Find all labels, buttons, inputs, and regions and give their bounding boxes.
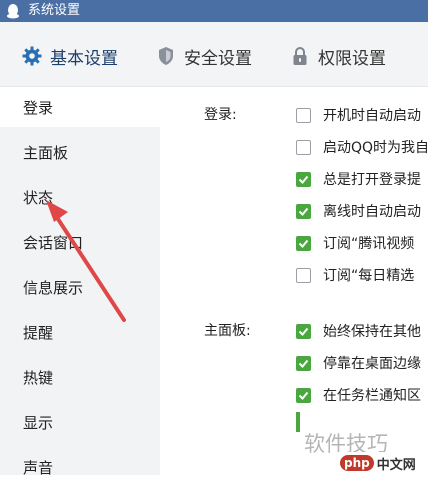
sidebar-item-label: 主面板 xyxy=(23,144,69,162)
title-bar: 系统设置 xyxy=(0,0,428,22)
gear-icon xyxy=(22,46,42,66)
option-label: 始终保持在其他 xyxy=(323,324,421,340)
option-always-open-login-prompt[interactable]: 总是打开登录提 xyxy=(296,168,421,190)
option-label: 离线时自动启动 xyxy=(323,204,421,220)
shield-icon xyxy=(159,47,173,65)
window-title: 系统设置 xyxy=(28,3,81,18)
php-badge: php xyxy=(340,455,374,471)
tab-basic-settings[interactable]: 基本设置 xyxy=(22,44,118,69)
sidebar-item-label: 信息展示 xyxy=(23,279,84,297)
checkbox[interactable] xyxy=(296,139,311,155)
sidebar-item-sound[interactable]: 声音 xyxy=(0,447,160,487)
checkbox-checked[interactable] xyxy=(296,203,311,219)
sidebar-item-hotkeys[interactable]: 热键 xyxy=(0,357,160,397)
sidebar-item-status[interactable]: 状态 xyxy=(0,177,160,217)
checkmark-icon xyxy=(298,239,309,248)
option-label: 在任务栏通知区 xyxy=(323,388,421,404)
sidebar-item-chat-window[interactable]: 会话窗口 xyxy=(0,222,160,262)
option-label: 总是打开登录提 xyxy=(323,172,421,188)
sidebar-item-label: 登录 xyxy=(23,99,54,117)
option-dock-to-screen-edge[interactable]: 停靠在桌面边缘 xyxy=(296,352,421,374)
checkmark-icon xyxy=(298,175,309,184)
sidebar-item-label: 提醒 xyxy=(23,324,54,342)
partial-checkbox[interactable] xyxy=(296,412,300,432)
checkbox-checked[interactable] xyxy=(296,387,311,403)
option-label: 启动QQ时为我自 xyxy=(323,140,428,156)
option-auto-start-when-offline[interactable]: 离线时自动启动 xyxy=(296,200,421,222)
sidebar-item-label: 热键 xyxy=(23,369,54,387)
settings-tab-bar: 基本设置 安全设置 权限设置 xyxy=(0,22,428,87)
tab-security-settings[interactable]: 安全设置 xyxy=(156,44,252,69)
settings-content: 登录: 开机时自动启动 启动QQ时为我自 总是打开登录提 离线时自动启动 订阅“… xyxy=(160,87,428,475)
option-auto-start-on-boot[interactable]: 开机时自动启动 xyxy=(296,104,421,126)
option-label: 停靠在桌面边缘 xyxy=(323,356,421,372)
option-label: 订阅“每日精选 xyxy=(323,268,415,284)
checkbox-checked[interactable] xyxy=(296,235,311,251)
sidebar-item-main-panel[interactable]: 主面板 xyxy=(0,132,160,172)
tab-label: 权限设置 xyxy=(318,48,386,69)
option-label: 开机时自动启动 xyxy=(323,108,421,124)
sidebar-item-display[interactable]: 显示 xyxy=(0,402,160,442)
checkmark-icon xyxy=(298,327,309,336)
checkbox-checked[interactable] xyxy=(296,355,311,371)
option-label: 订阅“腾讯视频 xyxy=(323,236,415,252)
option-taskbar-notification-area[interactable]: 在任务栏通知区 xyxy=(296,384,421,406)
sidebar-item-label: 状态 xyxy=(23,189,54,207)
tab-permission-settings[interactable]: 权限设置 xyxy=(290,44,386,69)
checkbox-checked[interactable] xyxy=(296,323,311,339)
sidebar-item-reminders[interactable]: 提醒 xyxy=(0,312,160,352)
sidebar-item-info-display[interactable]: 信息展示 xyxy=(0,267,160,307)
lock-icon xyxy=(293,47,307,65)
checkmark-icon xyxy=(298,391,309,400)
tab-label: 基本设置 xyxy=(50,48,118,69)
checkmark-icon xyxy=(298,207,309,216)
checkbox[interactable] xyxy=(296,267,311,283)
qq-penguin-icon xyxy=(7,4,19,19)
sidebar-item-login[interactable]: 登录 xyxy=(0,87,160,127)
checkbox-checked[interactable] xyxy=(296,171,311,187)
sidebar-item-label: 会话窗口 xyxy=(23,234,84,252)
sidebar-item-label: 显示 xyxy=(23,414,54,432)
watermark-logo-text: 中文网 xyxy=(376,457,416,473)
option-subscribe-tencent-video[interactable]: 订阅“腾讯视频 xyxy=(296,232,414,254)
checkbox[interactable] xyxy=(296,107,311,123)
option-always-on-top[interactable]: 始终保持在其他 xyxy=(296,320,421,342)
tab-label: 安全设置 xyxy=(184,48,252,69)
settings-sidebar: 登录 主面板 状态 会话窗口 信息展示 提醒 热键 显示 声音 xyxy=(0,87,160,477)
section-label-login: 登录: xyxy=(204,107,237,123)
checkmark-icon xyxy=(298,359,309,368)
option-subscribe-daily-picks[interactable]: 订阅“每日精选 xyxy=(296,264,414,286)
option-auto-on-qq-start[interactable]: 启动QQ时为我自 xyxy=(296,136,428,158)
section-label-main-panel: 主面板: xyxy=(204,323,251,339)
watermark-logo: php 中文网 xyxy=(336,452,420,474)
